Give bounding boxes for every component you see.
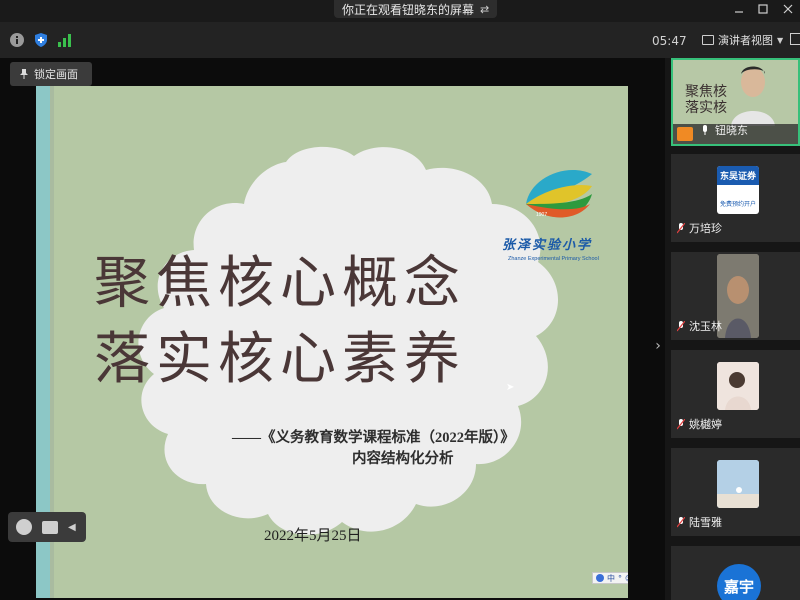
avatar <box>717 362 759 410</box>
avatar <box>717 254 759 338</box>
host-badge-icon <box>677 127 693 141</box>
ime-toolbar[interactable]: 中 ° ☺ ● ▦ ♟ ☰ <box>592 572 628 584</box>
close-icon <box>783 4 793 14</box>
chat-icon[interactable] <box>42 520 58 534</box>
preview-line1: 聚焦核 <box>685 84 727 100</box>
avatar-brand-text: 东吴证券 <box>717 166 759 185</box>
screen-share-label: 你正在观看钮晓东的屏幕 <box>342 2 475 17</box>
ime-punct-icon: ° <box>618 573 622 583</box>
lock-view-button[interactable]: 锁定画面 <box>10 62 92 86</box>
slide-title-line2: 落实核心素养 <box>94 327 466 392</box>
maximize-button[interactable] <box>751 0 775 18</box>
participant-tile[interactable]: 沈玉林 <box>671 252 800 340</box>
ime-language-label[interactable]: 中 <box>607 573 615 584</box>
collapse-panel-icon[interactable]: › <box>652 334 664 358</box>
mic-muted-icon <box>677 321 685 332</box>
participant-tile[interactable]: 陆雪雅 <box>671 448 800 536</box>
signal-icon[interactable] <box>57 32 73 48</box>
presentation-slide: 1907 张泽实验小学 Zhanze Experimental Primary … <box>36 86 628 598</box>
mic-muted-icon <box>677 223 685 234</box>
participant-tile[interactable]: 东吴证券 免费预约开户 万培珍 <box>671 154 800 242</box>
close-button[interactable] <box>776 0 800 18</box>
view-mode-dropdown[interactable]: 演讲者视图 ▼ <box>702 31 783 49</box>
lock-view-label: 锁定画面 <box>34 68 78 81</box>
view-mode-label: 演讲者视图 <box>718 34 773 47</box>
participant-tile[interactable]: 嘉宇 <box>671 546 800 600</box>
participant-name: 姚樾婷 <box>689 418 722 431</box>
school-logo <box>520 164 596 234</box>
avatar <box>717 460 759 508</box>
slide-subtitle-line1: ——《义务教育数学课程标准（2022年版）》 <box>232 430 515 446</box>
minimize-button[interactable] <box>727 0 751 18</box>
minimize-icon <box>735 11 743 13</box>
mouse-cursor-icon: ➤ <box>506 382 515 393</box>
participant-tile[interactable]: 姚樾婷 <box>671 350 800 438</box>
pin-icon <box>20 69 28 79</box>
slide-subtitle-line2: 内容结构化分析 <box>352 451 454 467</box>
ime-emoji-icon: ☺ <box>625 574 628 583</box>
fullscreen-icon[interactable] <box>790 33 800 45</box>
participant-name: 陆雪雅 <box>689 516 722 529</box>
ime-logo-icon <box>596 574 604 582</box>
participant-tile-presenter[interactable]: 聚焦核 落实核 钮晓东 <box>671 58 800 146</box>
info-icon[interactable] <box>9 32 25 48</box>
avatar-caption-text: 免费预约开户 <box>719 201 756 208</box>
presenter-video <box>731 66 775 126</box>
caret-down-icon: ▼ <box>777 35 784 45</box>
participant-name: 沈玉林 <box>689 320 722 333</box>
participant-name: 万培珍 <box>689 222 722 235</box>
layout-icon <box>702 35 714 45</box>
slide-date: 2022年5月25日 <box>264 528 362 544</box>
avatar: 东吴证券 免费预约开户 <box>717 166 759 214</box>
meeting-timer: 05:47 <box>652 34 687 48</box>
collapse-left-icon[interactable]: ◀ <box>68 522 76 533</box>
preview-line2: 落实核 <box>685 100 727 116</box>
mic-icon <box>703 125 707 135</box>
shield-icon[interactable] <box>33 32 49 48</box>
swap-icon[interactable]: ⇄ <box>480 3 489 16</box>
maximize-icon <box>758 4 768 14</box>
school-name: 张泽实验小学 <box>502 238 593 253</box>
emoji-icon[interactable] <box>16 519 32 535</box>
annotation-controls: ◀ <box>8 512 86 542</box>
logo-year: 1907 <box>536 212 548 218</box>
school-name-english: Zhanze Experimental Primary School <box>508 256 599 262</box>
slide-title-line1: 聚焦核心概念 <box>94 251 466 316</box>
screen-share-banner[interactable]: 你正在观看钮晓东的屏幕 ⇄ <box>334 0 498 18</box>
participant-name: 钮晓东 <box>715 124 748 137</box>
avatar: 嘉宇 <box>717 564 761 600</box>
mic-muted-icon <box>677 517 685 528</box>
mic-muted-icon <box>677 419 685 430</box>
